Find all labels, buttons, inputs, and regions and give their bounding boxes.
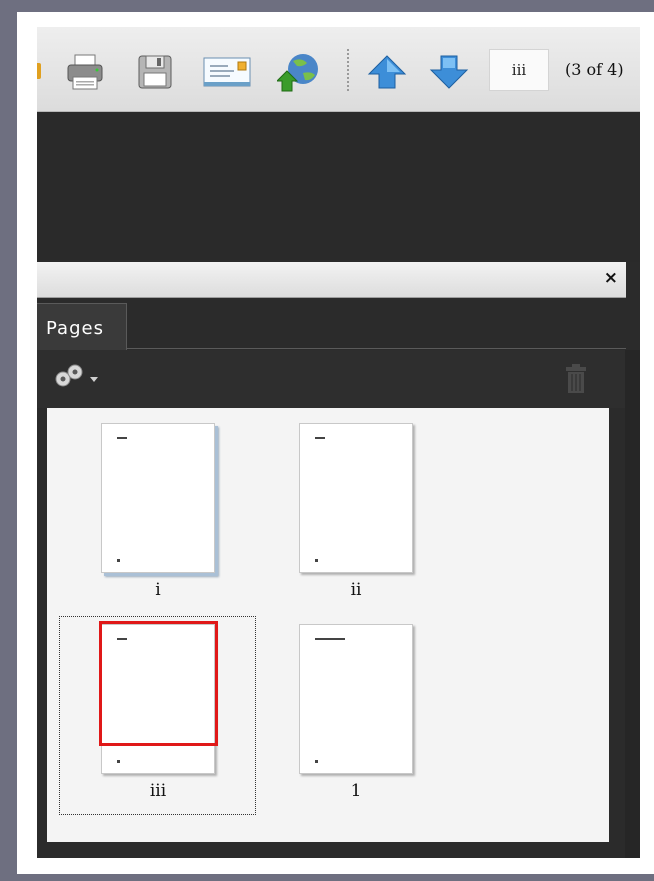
footer-mark [117,559,120,562]
save-icon[interactable] [133,51,177,93]
frame-highlight [17,12,22,881]
window-frame-left [0,0,17,881]
main-toolbar: iii (3 of 4) [37,27,640,112]
upload-globe-icon[interactable] [277,51,321,93]
reader-app: iii (3 of 4) × Pages i ii iii 1 [37,27,640,858]
page-label: ii [350,580,362,600]
footer-mark [315,760,318,763]
page-preview [299,624,413,774]
window-frame-bottom [17,874,654,881]
panel-scrollbar[interactable] [625,350,640,858]
page-preview [299,423,413,573]
document-area [37,112,640,262]
page-preview [101,423,215,573]
gear-icon [55,364,83,387]
next-page-icon[interactable] [427,51,471,93]
page-count-label: (3 of 4) [565,60,624,79]
print-icon[interactable] [63,51,107,93]
toolbar-separator [347,49,349,93]
header-line [315,437,325,439]
footer-mark [117,760,120,763]
footer-mark [315,559,318,562]
tab-pages-label: Pages [46,318,104,339]
navigation-panel-header: × [37,262,626,298]
page-number-input[interactable]: iii [489,49,549,91]
header-line [117,437,127,439]
pages-panel-toolbar [37,350,626,408]
page-label: iii [149,781,167,801]
email-icon[interactable] [201,51,253,93]
open-folder-icon[interactable] [37,63,41,79]
tab-pages[interactable]: Pages [37,303,127,350]
page-thumbnails: i ii iii 1 [47,408,609,842]
chevron-down-icon [90,376,98,382]
trash-icon [566,364,586,393]
tab-divider [126,348,626,349]
view-rectangle[interactable] [99,621,218,746]
page-label: i [155,580,161,600]
window-frame-top [0,0,654,12]
page-label: 1 [350,781,362,801]
previous-page-icon[interactable] [365,51,409,93]
close-panel-button[interactable]: × [604,270,618,287]
panel-tab-strip: Pages [37,298,640,350]
delete-page-button[interactable] [562,363,590,399]
options-menu-button[interactable] [53,362,98,392]
header-line [315,638,345,640]
